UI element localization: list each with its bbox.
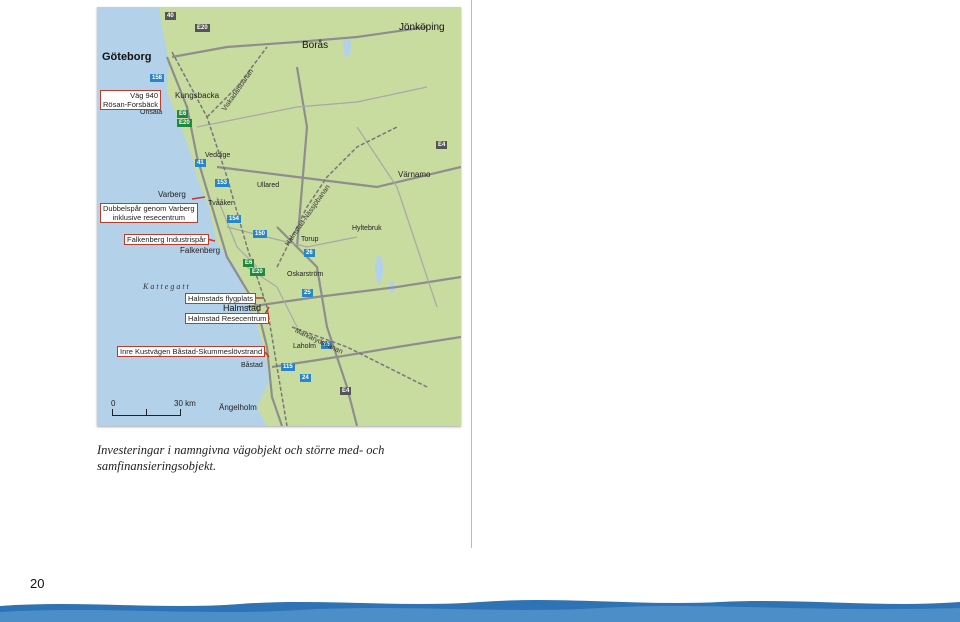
- column-divider: [471, 0, 472, 548]
- project-label-halmstad-resecentrum: Halmstad Resecentrum: [185, 313, 270, 324]
- project-vag940-line1: Väg 940: [130, 91, 159, 100]
- city-label-ullared: Ullared: [257, 182, 280, 189]
- scale-label-end: 30 km: [174, 399, 196, 408]
- city-label-angelholm: Ängelholm: [219, 403, 257, 412]
- road-shield-154: 154: [227, 215, 242, 223]
- road-shield-e20-top: E20: [195, 24, 210, 32]
- city-label-boras: Borås: [302, 40, 329, 51]
- project-label-falkenberg-industrispar: Falkenberg Industrispår: [124, 234, 209, 245]
- city-label-laholm: Laholm: [293, 343, 316, 350]
- page-number: 20: [30, 576, 45, 591]
- project-label-dubbelspar: Dubbelspår genom Varberg inklusive resec…: [100, 203, 198, 223]
- city-label-onsala: Onsala: [140, 109, 163, 116]
- road-shield-26: 26: [304, 249, 315, 257]
- scale-bar: [112, 409, 181, 416]
- scale-label-zero: 0: [111, 399, 116, 408]
- city-label-tvaaker: Tvååker: [208, 200, 234, 207]
- city-label-varnamo: Värnamo: [398, 170, 431, 179]
- road-shield-158: 158: [150, 74, 165, 82]
- city-label-veddige: Veddige: [205, 152, 231, 159]
- road-shield-24: 24: [300, 374, 311, 382]
- road-shield-115: 115: [281, 363, 295, 371]
- road-shield-25: 25: [302, 289, 313, 297]
- region-map: 40 E20 158 E6 E20 41 E4 153 154 150 26 E…: [97, 7, 461, 426]
- road-shield-150: 150: [253, 230, 268, 238]
- city-label-jonkoping: Jönköping: [399, 22, 445, 33]
- road-shield-e6-b: E6: [243, 259, 255, 267]
- city-label-falkenberg: Falkenberg: [180, 246, 221, 255]
- figure-caption: Investeringar i namngivna vägobjekt och …: [97, 443, 385, 473]
- city-label-kungsbacka: Kungsbacka: [175, 91, 220, 100]
- footer-wave-decoration: [0, 600, 960, 622]
- city-label-varberg: Varberg: [158, 190, 186, 199]
- project-dubbelspar-line2: inklusive resecentrum: [112, 213, 186, 222]
- road-shield-e20-b: E20: [250, 268, 265, 276]
- project-label-inre-kustvagen: Inre Kustvägen Båstad-Skummeslövstrand: [117, 346, 266, 357]
- city-label-halmstad: Halmstad: [223, 303, 262, 313]
- city-label-oskarstrom: Oskarström: [287, 271, 324, 278]
- road-shield-41: 41: [195, 159, 206, 167]
- road-shield-e4-bottom: E4: [340, 387, 352, 395]
- road-shield-e4-top: E4: [436, 141, 448, 149]
- project-label-vag940: Väg 940 Rösan-Forsbäck: [100, 90, 162, 110]
- project-vag940-line2: Rösan-Forsbäck: [103, 100, 159, 109]
- project-dubbelspar-line1: Dubbelspår genom Varberg: [103, 204, 195, 213]
- sea-label-kattegatt: Kattegatt: [143, 282, 191, 291]
- road-shield-153: 153: [215, 179, 230, 187]
- road-shield-40: 40: [165, 12, 176, 20]
- city-label-goteborg: Göteborg: [102, 51, 152, 63]
- road-shield-e6-a: E6: [177, 110, 189, 118]
- city-label-bastad: Båstad: [241, 362, 263, 369]
- city-label-torup: Torup: [301, 236, 319, 243]
- road-shield-e20-a: E20: [177, 119, 192, 127]
- city-label-hyltebruk: Hyltebruk: [352, 225, 382, 232]
